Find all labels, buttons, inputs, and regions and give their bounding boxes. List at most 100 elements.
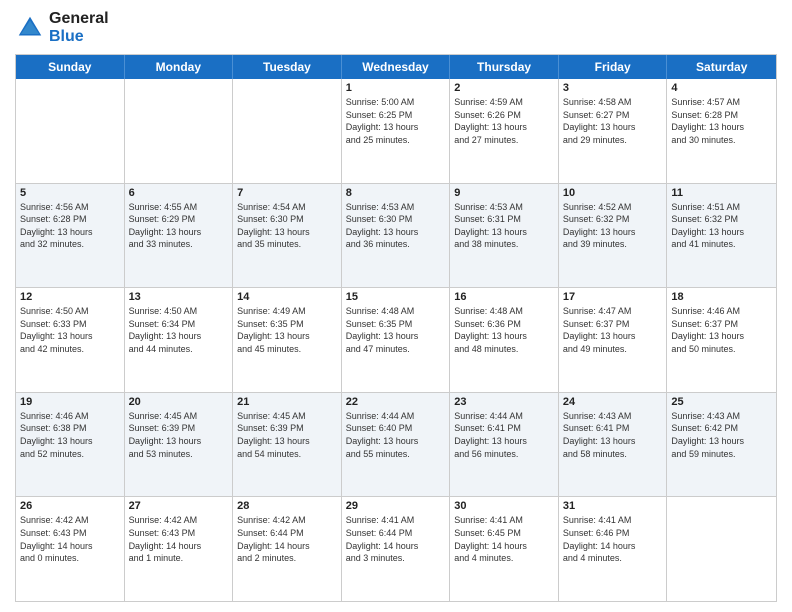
cell-info: Sunrise: 4:50 AM Sunset: 6:33 PM Dayligh…	[20, 305, 120, 355]
empty-cell	[233, 79, 342, 183]
cell-info: Sunrise: 4:43 AM Sunset: 6:42 PM Dayligh…	[671, 410, 772, 460]
header-day-tuesday: Tuesday	[233, 55, 342, 79]
day-number: 11	[671, 187, 772, 199]
day-number: 9	[454, 187, 554, 199]
cell-info: Sunrise: 4:47 AM Sunset: 6:37 PM Dayligh…	[563, 305, 663, 355]
day-cell-6: 6 Sunrise: 4:55 AM Sunset: 6:29 PM Daylig…	[125, 184, 234, 288]
cell-info: Sunrise: 4:42 AM Sunset: 6:43 PM Dayligh…	[20, 514, 120, 564]
day-number: 24	[563, 396, 663, 408]
day-number: 30	[454, 500, 554, 512]
day-cell-24: 24 Sunrise: 4:43 AM Sunset: 6:41 PM Dayli…	[559, 393, 668, 497]
day-cell-30: 30 Sunrise: 4:41 AM Sunset: 6:45 PM Dayli…	[450, 497, 559, 601]
cell-info: Sunrise: 4:46 AM Sunset: 6:38 PM Dayligh…	[20, 410, 120, 460]
day-number: 4	[671, 82, 772, 94]
cell-info: Sunrise: 4:53 AM Sunset: 6:31 PM Dayligh…	[454, 201, 554, 251]
day-cell-3: 3 Sunrise: 4:58 AM Sunset: 6:27 PM Daylig…	[559, 79, 668, 183]
cell-info: Sunrise: 4:42 AM Sunset: 6:44 PM Dayligh…	[237, 514, 337, 564]
day-number: 20	[129, 396, 229, 408]
day-cell-1: 1Sunrise: 5:00 AM Sunset: 6:25 PM Daylig…	[342, 79, 451, 183]
empty-cell	[125, 79, 234, 183]
day-cell-14: 14 Sunrise: 4:49 AM Sunset: 6:35 PM Dayli…	[233, 288, 342, 392]
day-cell-16: 16 Sunrise: 4:48 AM Sunset: 6:36 PM Dayli…	[450, 288, 559, 392]
header-day-sunday: Sunday	[16, 55, 125, 79]
cell-info: Sunrise: 4:50 AM Sunset: 6:34 PM Dayligh…	[129, 305, 229, 355]
cell-info: Sunrise: 4:44 AM Sunset: 6:40 PM Dayligh…	[346, 410, 446, 460]
day-number: 31	[563, 500, 663, 512]
logo: General Blue	[15, 10, 109, 46]
header: General Blue	[15, 10, 777, 46]
day-cell-31: 31 Sunrise: 4:41 AM Sunset: 6:46 PM Dayli…	[559, 497, 668, 601]
empty-cell	[667, 497, 776, 601]
day-number: 23	[454, 396, 554, 408]
day-cell-21: 21 Sunrise: 4:45 AM Sunset: 6:39 PM Dayli…	[233, 393, 342, 497]
day-cell-5: 5Sunrise: 4:56 AM Sunset: 6:28 PM Daylig…	[16, 184, 125, 288]
cell-info: Sunrise: 4:49 AM Sunset: 6:35 PM Dayligh…	[237, 305, 337, 355]
day-number: 21	[237, 396, 337, 408]
day-cell-4: 4Sunrise: 4:57 AM Sunset: 6:28 PM Daylig…	[667, 79, 776, 183]
calendar-week-0: 1Sunrise: 5:00 AM Sunset: 6:25 PM Daylig…	[16, 79, 776, 183]
header-day-monday: Monday	[125, 55, 234, 79]
logo-text: General Blue	[49, 10, 109, 46]
header-day-wednesday: Wednesday	[342, 55, 451, 79]
day-cell-25: 25Sunrise: 4:43 AM Sunset: 6:42 PM Dayli…	[667, 393, 776, 497]
cell-info: Sunrise: 4:59 AM Sunset: 6:26 PM Dayligh…	[454, 96, 554, 146]
day-number: 19	[20, 396, 120, 408]
cell-info: Sunrise: 4:52 AM Sunset: 6:32 PM Dayligh…	[563, 201, 663, 251]
day-cell-26: 26 Sunrise: 4:42 AM Sunset: 6:43 PM Dayli…	[16, 497, 125, 601]
day-number: 6	[129, 187, 229, 199]
day-number: 22	[346, 396, 446, 408]
cell-info: Sunrise: 4:41 AM Sunset: 6:46 PM Dayligh…	[563, 514, 663, 564]
day-cell-17: 17 Sunrise: 4:47 AM Sunset: 6:37 PM Dayli…	[559, 288, 668, 392]
day-number: 26	[20, 500, 120, 512]
day-number: 15	[346, 291, 446, 303]
day-cell-12: 12 Sunrise: 4:50 AM Sunset: 6:33 PM Dayli…	[16, 288, 125, 392]
day-number: 2	[454, 82, 554, 94]
day-cell-22: 22 Sunrise: 4:44 AM Sunset: 6:40 PM Dayli…	[342, 393, 451, 497]
logo-icon	[15, 13, 45, 43]
day-cell-27: 27 Sunrise: 4:42 AM Sunset: 6:43 PM Dayli…	[125, 497, 234, 601]
cell-info: Sunrise: 4:41 AM Sunset: 6:45 PM Dayligh…	[454, 514, 554, 564]
day-number: 3	[563, 82, 663, 94]
cell-info: Sunrise: 4:45 AM Sunset: 6:39 PM Dayligh…	[129, 410, 229, 460]
day-number: 10	[563, 187, 663, 199]
cell-info: Sunrise: 4:58 AM Sunset: 6:27 PM Dayligh…	[563, 96, 663, 146]
day-cell-29: 29 Sunrise: 4:41 AM Sunset: 6:44 PM Dayli…	[342, 497, 451, 601]
cell-info: Sunrise: 4:46 AM Sunset: 6:37 PM Dayligh…	[671, 305, 772, 355]
day-number: 13	[129, 291, 229, 303]
cell-info: Sunrise: 4:41 AM Sunset: 6:44 PM Dayligh…	[346, 514, 446, 564]
calendar-week-1: 5Sunrise: 4:56 AM Sunset: 6:28 PM Daylig…	[16, 183, 776, 288]
header-day-thursday: Thursday	[450, 55, 559, 79]
calendar: SundayMondayTuesdayWednesdayThursdayFrid…	[15, 54, 777, 602]
empty-cell	[16, 79, 125, 183]
day-cell-7: 7 Sunrise: 4:54 AM Sunset: 6:30 PM Daylig…	[233, 184, 342, 288]
day-number: 28	[237, 500, 337, 512]
day-number: 12	[20, 291, 120, 303]
day-cell-23: 23Sunrise: 4:44 AM Sunset: 6:41 PM Dayli…	[450, 393, 559, 497]
day-cell-13: 13 Sunrise: 4:50 AM Sunset: 6:34 PM Dayli…	[125, 288, 234, 392]
cell-info: Sunrise: 4:55 AM Sunset: 6:29 PM Dayligh…	[129, 201, 229, 251]
day-number: 16	[454, 291, 554, 303]
day-number: 29	[346, 500, 446, 512]
header-day-friday: Friday	[559, 55, 668, 79]
day-number: 7	[237, 187, 337, 199]
cell-info: Sunrise: 4:43 AM Sunset: 6:41 PM Dayligh…	[563, 410, 663, 460]
day-number: 14	[237, 291, 337, 303]
cell-info: Sunrise: 4:51 AM Sunset: 6:32 PM Dayligh…	[671, 201, 772, 251]
calendar-body: 1Sunrise: 5:00 AM Sunset: 6:25 PM Daylig…	[16, 79, 776, 601]
cell-info: Sunrise: 4:56 AM Sunset: 6:28 PM Dayligh…	[20, 201, 120, 251]
cell-info: Sunrise: 4:45 AM Sunset: 6:39 PM Dayligh…	[237, 410, 337, 460]
cell-info: Sunrise: 4:42 AM Sunset: 6:43 PM Dayligh…	[129, 514, 229, 564]
cell-info: Sunrise: 5:00 AM Sunset: 6:25 PM Dayligh…	[346, 96, 446, 146]
cell-info: Sunrise: 4:48 AM Sunset: 6:36 PM Dayligh…	[454, 305, 554, 355]
day-cell-28: 28 Sunrise: 4:42 AM Sunset: 6:44 PM Dayli…	[233, 497, 342, 601]
day-number: 18	[671, 291, 772, 303]
day-cell-2: 2 Sunrise: 4:59 AM Sunset: 6:26 PM Daylig…	[450, 79, 559, 183]
day-cell-19: 19 Sunrise: 4:46 AM Sunset: 6:38 PM Dayli…	[16, 393, 125, 497]
header-day-saturday: Saturday	[667, 55, 776, 79]
day-cell-20: 20 Sunrise: 4:45 AM Sunset: 6:39 PM Dayli…	[125, 393, 234, 497]
day-number: 17	[563, 291, 663, 303]
calendar-week-4: 26 Sunrise: 4:42 AM Sunset: 6:43 PM Dayli…	[16, 496, 776, 601]
day-number: 27	[129, 500, 229, 512]
day-number: 8	[346, 187, 446, 199]
cell-info: Sunrise: 4:54 AM Sunset: 6:30 PM Dayligh…	[237, 201, 337, 251]
